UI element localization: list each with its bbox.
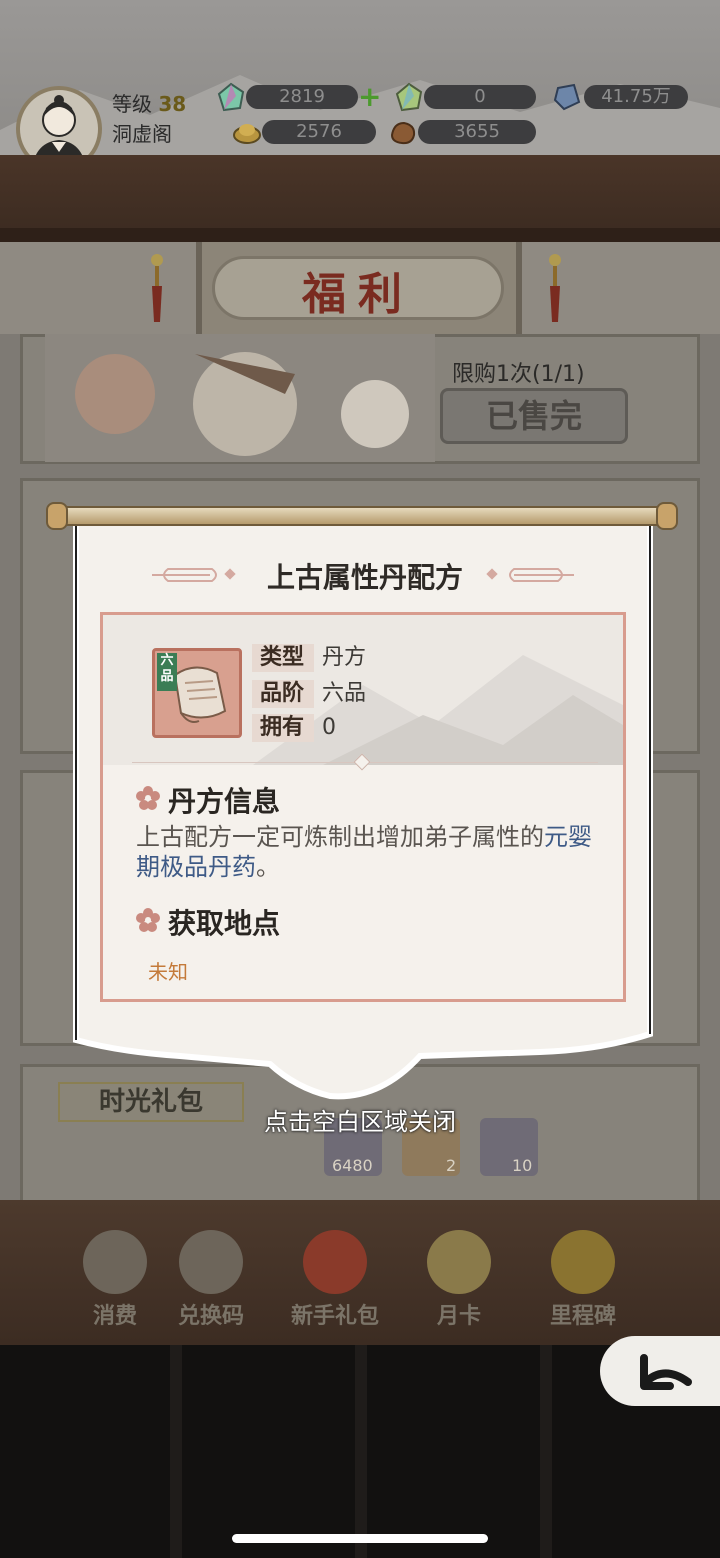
attr-grade-value: 六品 [322, 681, 367, 706]
modal-title: 上古属性丹配方 [266, 561, 463, 594]
attr-owned-key: 拥有 [252, 714, 314, 742]
close-hint[interactable]: 点击空白区域关闭 [200, 1102, 520, 1137]
attr-grade: 品阶 六品 [252, 680, 366, 710]
info-section-title: 丹方信息 [168, 785, 281, 818]
flower-icon [136, 786, 160, 810]
attr-type: 类型 丹方 [252, 644, 366, 674]
desc-end: 。 [256, 853, 280, 881]
grade-tag: 六品 [157, 653, 177, 691]
rod-cap-left [46, 502, 68, 530]
item-description: 上古配方一定可炼制出增加弟子属性的元婴期极品丹药。 [136, 822, 606, 882]
flower-icon [136, 908, 160, 932]
attr-grade-key: 品阶 [252, 680, 314, 708]
recipe-scroll-icon: 六品 [152, 648, 242, 738]
source-value: 未知 [148, 960, 188, 984]
scroll-rod [50, 506, 676, 526]
attr-owned: 拥有 0 [252, 714, 336, 744]
attr-type-key: 类型 [252, 644, 314, 672]
attr-type-value: 丹方 [322, 645, 367, 670]
title-ornament-right-icon [486, 568, 574, 582]
desc-text: 上古配方一定可炼制出增加弟子属性的 [136, 823, 544, 851]
source-section-title: 获取地点 [168, 907, 281, 940]
attr-owned-value: 0 [322, 715, 336, 740]
rod-cap-right [656, 502, 678, 530]
